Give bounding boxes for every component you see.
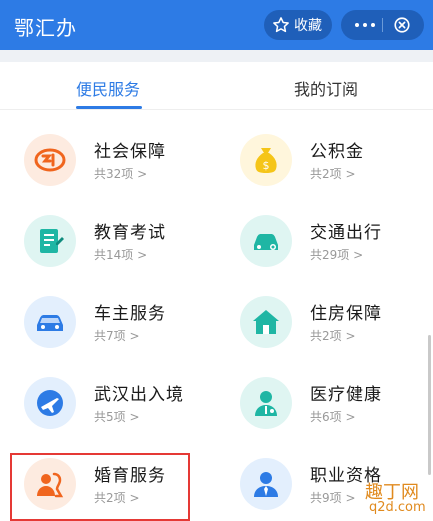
- service-title: 武汉出入境: [94, 385, 184, 405]
- service-title: 社会保障: [94, 142, 166, 162]
- tab-bar: 便民服务 我的订阅: [0, 62, 433, 110]
- house-icon-bg: [240, 296, 292, 348]
- service-title: 教育考试: [94, 223, 166, 243]
- plane-icon-bg: [24, 377, 76, 429]
- money-bag-icon: $: [255, 148, 277, 173]
- car-icon-bg: [240, 215, 292, 267]
- social-security-icon-bg: [24, 134, 76, 186]
- page-title: 鄂汇办: [14, 16, 77, 40]
- professional-icon: [254, 472, 278, 497]
- svg-text:$: $: [263, 159, 270, 172]
- capsule-menu: [341, 10, 424, 40]
- exam-paper-icon-bg: [24, 215, 76, 267]
- highlight-box: [10, 453, 190, 521]
- plane-icon: [37, 390, 63, 416]
- service-social-security[interactable]: 社会保障 共32项 >: [24, 134, 224, 204]
- doctor-icon-bg: [240, 377, 292, 429]
- car-front-icon-bg: [24, 296, 76, 348]
- professional-icon-bg: [240, 458, 292, 510]
- star-icon: [273, 17, 289, 33]
- service-count: 共5项 >: [94, 410, 140, 424]
- service-transport[interactable]: 交通出行 共29项 >: [240, 215, 433, 285]
- car-front-icon: [37, 315, 63, 331]
- service-title: 车主服务: [94, 304, 166, 324]
- favorite-label: 收藏: [294, 18, 322, 34]
- scrollbar[interactable]: [428, 335, 431, 475]
- service-count: 共2项 >: [310, 167, 356, 181]
- service-count: 共32项 >: [94, 167, 148, 181]
- service-education-exam[interactable]: 教育考试 共14项 >: [24, 215, 224, 285]
- service-wuhan-immigration[interactable]: 武汉出入境 共5项 >: [24, 377, 224, 447]
- service-count: 共6项 >: [310, 410, 356, 424]
- service-title: 住房保障: [310, 304, 382, 324]
- social-security-icon: [34, 148, 66, 172]
- close-circle-icon[interactable]: [393, 16, 411, 34]
- car-icon: [254, 234, 278, 250]
- tab-my-subscriptions[interactable]: 我的订阅: [294, 76, 358, 100]
- money-bag-icon-bg: $: [240, 134, 292, 186]
- exam-paper-icon: [40, 229, 64, 253]
- service-title: 医疗健康: [310, 385, 382, 405]
- header-spacer: [0, 50, 433, 62]
- service-count: 共7项 >: [94, 329, 140, 343]
- service-medical-health[interactable]: 医疗健康 共6项 >: [240, 377, 433, 447]
- service-title: 公积金: [310, 142, 364, 162]
- service-count: 共9项 >: [310, 491, 356, 505]
- more-dots-icon[interactable]: [355, 23, 375, 27]
- service-title: 交通出行: [310, 223, 382, 243]
- watermark-url: q2d.com: [369, 500, 426, 515]
- service-count: 共29项 >: [310, 248, 364, 262]
- active-tab-indicator: [76, 106, 142, 109]
- service-count: 共14项 >: [94, 248, 148, 262]
- service-housing[interactable]: 住房保障 共2项 >: [240, 296, 433, 366]
- favorite-button[interactable]: 收藏: [264, 10, 332, 40]
- service-car-owner[interactable]: 车主服务 共7项 >: [24, 296, 224, 366]
- doctor-icon: [255, 391, 277, 416]
- app-header: 鄂汇办 收藏: [0, 0, 433, 50]
- service-count: 共2项 >: [310, 329, 356, 343]
- house-icon: [253, 310, 279, 334]
- capsule-divider: [382, 18, 383, 32]
- service-housing-fund[interactable]: $ 公积金 共2项 >: [240, 134, 433, 204]
- tab-convenience-services[interactable]: 便民服务: [76, 76, 140, 100]
- watermark: 趣丁网 q2d.com: [365, 478, 431, 518]
